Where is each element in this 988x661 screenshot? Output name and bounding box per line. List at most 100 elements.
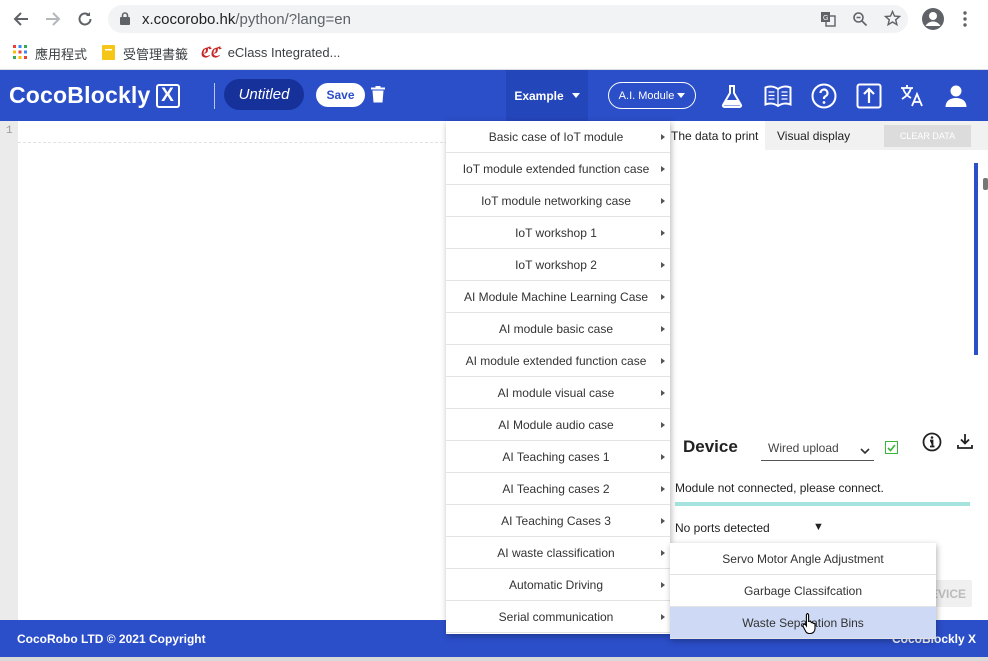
info-icon[interactable] xyxy=(922,432,942,457)
ports-dropdown-arrow[interactable]: ▼ xyxy=(813,521,824,533)
star-icon[interactable] xyxy=(883,9,902,32)
translate-icon[interactable] xyxy=(898,82,926,110)
translate-page-icon[interactable]: G xyxy=(820,11,836,32)
window-bottom-edge xyxy=(0,657,988,661)
trash-icon[interactable] xyxy=(371,86,385,108)
ports-select[interactable]: No ports detected xyxy=(675,521,770,535)
caret-down-icon xyxy=(571,93,580,98)
submenu-arrow-icon xyxy=(661,198,665,204)
eclass-logo-icon: ℭℭ xyxy=(200,44,220,60)
hand-cursor-icon xyxy=(802,612,818,639)
url-host: x.cocorobo.hk xyxy=(142,11,236,28)
menu-item-label: Serial communication xyxy=(498,609,614,624)
submenu-arrow-icon xyxy=(661,550,665,556)
menu-item[interactable]: AI Module Machine Learning Case xyxy=(446,281,670,313)
auto-connect-checkbox[interactable] xyxy=(885,441,898,454)
address-bar[interactable]: x.cocorobo.hk/python/?lang=en G xyxy=(108,5,908,33)
output-scroll-indicator xyxy=(974,163,978,355)
zoom-icon[interactable] xyxy=(852,11,868,32)
line-number: 1 xyxy=(6,125,13,137)
example-label: Example xyxy=(514,88,564,103)
flask-icon[interactable] xyxy=(718,82,746,110)
save-button[interactable]: Save xyxy=(316,83,365,107)
menu-item[interactable]: Serial communication xyxy=(446,601,670,633)
bookmark-eclass[interactable]: ℭℭ eClass Integrated... xyxy=(200,44,340,61)
tab-visual-display[interactable]: Visual display xyxy=(777,129,850,143)
editor-gutter xyxy=(0,121,18,620)
menu-item[interactable]: Basic case of IoT module xyxy=(446,121,670,153)
forward-icon[interactable] xyxy=(42,8,64,30)
submenu-arrow-icon xyxy=(661,262,665,268)
connection-status-bar xyxy=(675,502,970,506)
menu-item[interactable]: AI Teaching cases 1 xyxy=(446,441,670,473)
menu-item-label: AI Module Machine Learning Case xyxy=(463,289,649,304)
menu-item-label: AI module basic case xyxy=(498,321,614,336)
connection-status: Module not connected, please connect. xyxy=(675,481,884,495)
menu-item[interactable]: AI module visual case xyxy=(446,377,670,409)
menu-item[interactable]: AI waste classification xyxy=(446,537,670,569)
submenu-item[interactable]: Servo Motor Angle Adjustment xyxy=(670,543,936,575)
menu-item-label: IoT workshop 1 xyxy=(515,225,597,240)
menu-item[interactable]: IoT workshop 2 xyxy=(446,249,670,281)
ai-module-label: A.I. Module xyxy=(618,89,675,102)
bookmark-managed[interactable]: 受管理書籤 xyxy=(102,44,188,63)
submenu-arrow-icon xyxy=(661,614,665,620)
reload-icon[interactable] xyxy=(74,8,96,30)
bookmark-apps[interactable]: 應用程式 xyxy=(13,44,87,63)
profile-icon[interactable] xyxy=(921,7,945,36)
menu-item[interactable]: AI Teaching cases 2 xyxy=(446,473,670,505)
submenu-arrow-icon xyxy=(661,358,665,364)
app-logo[interactable]: CocoBlockly X xyxy=(9,82,180,109)
menu-item[interactable]: AI Module audio case xyxy=(446,409,670,441)
project-title[interactable]: Untitled xyxy=(224,79,304,110)
menu-item-label: Automatic Driving xyxy=(508,577,604,592)
logo-x-badge: X xyxy=(155,83,180,108)
editor-active-line[interactable] xyxy=(18,142,448,143)
bookmark-label: 受管理書籤 xyxy=(123,47,189,62)
menu-item-label: IoT module extended function case xyxy=(462,161,650,176)
submenu-item[interactable]: Garbage Classifcation xyxy=(670,575,936,607)
submenu-arrow-icon xyxy=(661,294,665,300)
download-icon[interactable] xyxy=(956,432,974,455)
menu-item[interactable]: AI module extended function case xyxy=(446,345,670,377)
submenu-arrow-icon xyxy=(661,390,665,396)
submenu-arrow-icon xyxy=(661,230,665,236)
book-icon[interactable] xyxy=(764,82,792,110)
menu-item[interactable]: IoT workshop 1 xyxy=(446,217,670,249)
menu-item-label: IoT workshop 2 xyxy=(515,257,597,272)
help-icon[interactable] xyxy=(810,82,838,110)
submenu-arrow-icon xyxy=(661,486,665,492)
bookmark-label: eClass Integrated... xyxy=(227,45,341,60)
menu-item[interactable]: Automatic Driving xyxy=(446,569,670,601)
user-icon[interactable] xyxy=(942,82,970,110)
menu-item-label: IoT module networking case xyxy=(481,193,631,208)
menu-item-label: AI Teaching cases 2 xyxy=(502,481,610,496)
example-menu-button[interactable]: Example xyxy=(506,70,588,121)
menu-item[interactable]: AI Teaching Cases 3 xyxy=(446,505,670,537)
footer-copyright: CocoRobo LTD © 2021 Copyright xyxy=(17,632,206,646)
url-text: x.cocorobo.hk/python/?lang=en xyxy=(142,11,351,28)
kebab-menu-icon[interactable] xyxy=(959,10,971,33)
menu-item[interactable]: AI module basic case xyxy=(446,313,670,345)
menu-item[interactable]: IoT module extended function case xyxy=(446,153,670,185)
app-header: CocoBlockly X xyxy=(0,70,988,121)
menu-item-label: AI waste classification xyxy=(497,545,615,560)
submenu-arrow-icon xyxy=(661,326,665,332)
menu-item-label: AI Teaching Cases 3 xyxy=(501,513,611,528)
clear-data-button[interactable]: CLEAR DATA xyxy=(884,125,971,147)
panel-resize-handle[interactable] xyxy=(983,178,988,190)
submenu-arrow-icon xyxy=(661,422,665,428)
browser-toolbar: x.cocorobo.hk/python/?lang=en G xyxy=(0,0,988,38)
lock-icon xyxy=(120,12,130,30)
bookmarks-bar: 應用程式 受管理書籤 ℭℭ eClass Integrated... xyxy=(0,38,988,70)
menu-item[interactable]: IoT module networking case xyxy=(446,185,670,217)
device-title: Device xyxy=(683,437,738,456)
ai-module-button[interactable]: A.I. Module xyxy=(608,82,696,109)
back-icon[interactable] xyxy=(10,8,32,30)
tab-data-to-print[interactable]: The data to print xyxy=(668,121,765,150)
upload-icon[interactable] xyxy=(855,82,883,110)
chevron-down-icon xyxy=(860,442,870,460)
upload-mode-select[interactable]: Wired upload xyxy=(761,437,874,461)
example-dropdown-menu: Basic case of IoT module IoT module exten… xyxy=(446,121,670,634)
menu-item-label: AI Module audio case xyxy=(498,417,614,432)
